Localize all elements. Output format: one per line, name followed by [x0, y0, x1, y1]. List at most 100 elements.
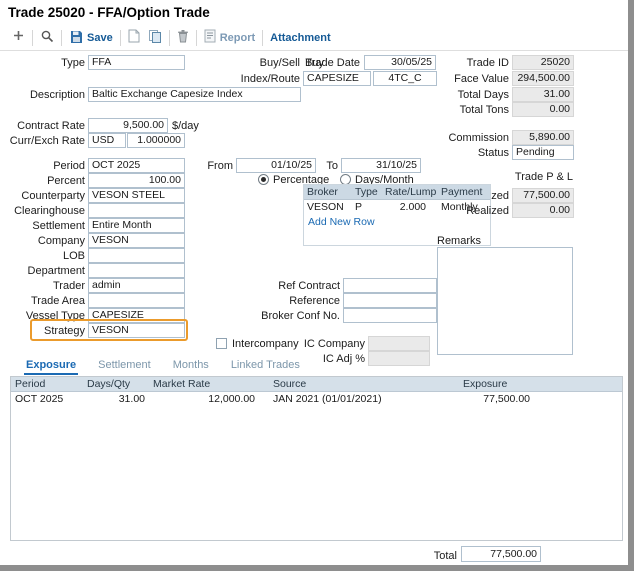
type-field[interactable]: FFA	[88, 55, 185, 70]
strategy-label: Strategy	[0, 324, 85, 339]
clearinghouse-field[interactable]	[88, 203, 185, 218]
intercompany-checkbox[interactable]	[216, 338, 227, 349]
remarks-input[interactable]	[437, 247, 573, 355]
toolbar: Save Report Attachment	[8, 27, 335, 49]
period-col-header[interactable]: Period	[11, 377, 83, 391]
type-col-header[interactable]: Type	[352, 185, 382, 199]
toolbar-separator	[61, 30, 62, 46]
attachment-button[interactable]: Attachment	[266, 30, 335, 46]
status-field[interactable]: Pending	[512, 145, 574, 160]
copy-icon	[148, 29, 162, 48]
department-field[interactable]	[88, 263, 185, 278]
description-field[interactable]: Baltic Exchange Capesize Index	[88, 87, 301, 102]
exposure-col-header[interactable]: Exposure	[459, 377, 534, 391]
lob-field[interactable]	[88, 248, 185, 263]
new-button[interactable]	[8, 27, 29, 49]
tab-settlement[interactable]: Settlement	[96, 358, 153, 375]
broker-conf-no-label: Broker Conf No.	[240, 309, 340, 324]
rate-lump-col-header[interactable]: Rate/Lump	[382, 185, 438, 199]
trader-label: Trader	[0, 279, 85, 294]
broker-table-header: Broker Type Rate/Lump Payment	[304, 185, 490, 200]
broker-type-cell[interactable]: P	[352, 200, 382, 215]
curr-exch-rate-label: Curr/Exch Rate	[0, 134, 85, 149]
exchange-rate-field[interactable]: 1.000000	[127, 133, 185, 148]
save-button[interactable]: Save	[65, 27, 117, 50]
source-col-header[interactable]: Source	[269, 377, 459, 391]
ic-company-label: IC Company	[265, 337, 365, 352]
percentage-radio[interactable]	[258, 174, 269, 185]
lob-label: LOB	[0, 249, 85, 264]
broker-conf-no-field[interactable]	[343, 308, 437, 323]
contract-rate-field[interactable]: 9,500.00	[88, 118, 168, 133]
settlement-field[interactable]: Entire Month	[88, 218, 185, 233]
status-label: Status	[420, 146, 509, 161]
payment-col-header[interactable]: Payment	[438, 185, 488, 199]
market-rate-col-header[interactable]: Market Rate	[149, 377, 269, 391]
company-field[interactable]: VESON	[88, 233, 185, 248]
toolbar-divider	[0, 50, 628, 51]
trade-area-field[interactable]	[88, 293, 185, 308]
delete-button[interactable]	[173, 27, 193, 50]
source-cell: JAN 2021 (01/01/2021)	[269, 392, 459, 407]
copy-button[interactable]	[144, 27, 166, 50]
total-days-field: 31.00	[512, 87, 574, 102]
ic-company-field	[368, 336, 430, 351]
from-label: From	[195, 159, 233, 174]
period-field[interactable]: OCT 2025	[88, 158, 185, 173]
index-field[interactable]: CAPESIZE	[303, 71, 371, 86]
toolbar-separator	[120, 30, 121, 46]
department-label: Department	[0, 264, 85, 279]
report-button[interactable]: Report	[200, 27, 259, 50]
commission-label: Commission	[420, 131, 509, 146]
description-label: Description	[0, 88, 85, 103]
reference-label: Reference	[240, 294, 340, 309]
counterparty-field[interactable]: VESON STEEL	[88, 188, 185, 203]
tab-exposure[interactable]: Exposure	[24, 358, 78, 375]
trade-id-field: 25020	[512, 55, 574, 70]
tab-months[interactable]: Months	[171, 358, 211, 375]
to-date-field[interactable]: 31/10/25	[341, 158, 421, 173]
toolbar-separator	[169, 30, 170, 46]
save-icon	[69, 29, 83, 48]
percent-label: Percent	[0, 174, 85, 189]
company-label: Company	[0, 234, 85, 249]
from-date-field[interactable]: 01/10/25	[236, 158, 316, 173]
type-label: Type	[0, 56, 85, 71]
currency-field[interactable]: USD	[88, 133, 126, 148]
trade-pl-title: Trade P & L	[440, 170, 573, 185]
trash-icon	[177, 29, 189, 48]
total-tons-label: Total Tons	[420, 103, 509, 118]
report-button-label: Report	[220, 32, 255, 44]
vessel-type-field[interactable]: CAPESIZE	[88, 308, 185, 323]
save-button-label: Save	[87, 32, 113, 44]
percent-field[interactable]: 100.00	[88, 173, 185, 188]
days-qty-cell: 31.00	[83, 392, 149, 407]
toolbar-separator	[262, 30, 263, 46]
clearinghouse-label: Clearinghouse	[0, 204, 85, 219]
trade-area-label: Trade Area	[0, 294, 85, 309]
counterparty-label: Counterparty	[0, 189, 85, 204]
index-route-label: Index/Route	[230, 72, 300, 87]
realized-field: 0.00	[512, 203, 574, 218]
exposure-table: Period Days/Qty Market Rate Source Expos…	[10, 376, 623, 541]
total-days-label: Total Days	[420, 88, 509, 103]
tab-linked-trades[interactable]: Linked Trades	[229, 358, 302, 375]
strategy-field[interactable]: VESON	[88, 323, 185, 338]
attachment-button-label: Attachment	[270, 32, 331, 44]
toolbar-separator	[32, 30, 33, 46]
broker-cell[interactable]: VESON	[304, 200, 352, 215]
trader-field[interactable]: admin	[88, 278, 185, 293]
days-qty-col-header[interactable]: Days/Qty	[83, 377, 149, 391]
new-document-button[interactable]	[124, 27, 144, 50]
reference-field[interactable]	[343, 293, 437, 308]
search-button[interactable]	[36, 27, 58, 50]
buy-sell-label: Buy/Sell	[240, 56, 300, 71]
period-label: Period	[0, 159, 85, 174]
exposure-table-row[interactable]: OCT 2025 31.00 12,000.00 JAN 2021 (01/01…	[11, 392, 622, 407]
broker-col-header[interactable]: Broker	[304, 185, 352, 199]
ref-contract-field[interactable]	[343, 278, 437, 293]
market-rate-cell: 12,000.00	[149, 392, 269, 407]
realized-label: Realized	[420, 204, 509, 219]
ref-contract-label: Ref Contract	[240, 279, 340, 294]
page-title: Trade 25020 - FFA/Option Trade	[8, 5, 210, 20]
